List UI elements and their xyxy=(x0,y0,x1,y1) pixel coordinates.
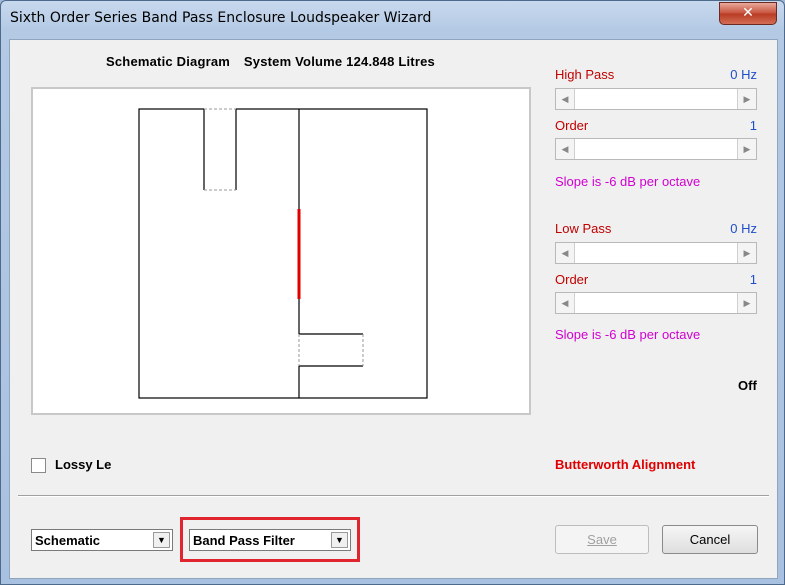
schematic-diagram xyxy=(31,87,531,415)
close-icon[interactable]: ✕ xyxy=(742,5,754,21)
lossy-le-checkbox[interactable] xyxy=(31,458,46,473)
filter-type-select[interactable]: Band Pass Filter ▼ xyxy=(189,529,351,551)
lossy-le-label[interactable]: Lossy Le xyxy=(55,457,111,472)
high-pass-order-value: 1 xyxy=(749,118,757,133)
dialog-client: Schematic Diagram System Volume 124.848 … xyxy=(9,39,778,579)
diagram-header: Schematic Diagram System Volume 124.848 … xyxy=(106,54,445,69)
high-pass-order-slider[interactable]: ◀ ▶ xyxy=(555,138,757,160)
high-pass-value: 0 Hz xyxy=(730,67,757,82)
right-arrow-icon[interactable]: ▶ xyxy=(737,89,756,109)
low-pass-value: 0 Hz xyxy=(730,221,757,236)
high-pass-order-label: Order xyxy=(555,118,589,133)
view-select[interactable]: Schematic ▼ xyxy=(31,529,173,551)
high-pass-label: High Pass xyxy=(555,67,615,82)
left-arrow-icon[interactable]: ◀ xyxy=(556,89,575,109)
close-button[interactable]: ✕ xyxy=(719,2,777,25)
high-pass-slider[interactable]: ◀ ▶ xyxy=(555,88,757,110)
separator xyxy=(18,495,769,497)
cancel-button[interactable]: Cancel xyxy=(662,525,758,554)
view-select-value: Schematic xyxy=(35,533,101,548)
left-arrow-icon[interactable]: ◀ xyxy=(556,293,575,313)
right-arrow-icon[interactable]: ▶ xyxy=(737,243,756,263)
low-pass-label: Low Pass xyxy=(555,221,612,236)
low-pass-order-label: Order xyxy=(555,272,589,287)
enclosure-outline xyxy=(138,108,428,399)
high-pass-slope: Slope is -6 dB per octave xyxy=(555,174,701,189)
filter-type-value: Band Pass Filter xyxy=(193,533,295,548)
schematic-label: Schematic Diagram xyxy=(106,54,231,69)
right-arrow-icon[interactable]: ▶ xyxy=(737,293,756,313)
alignment-label: Butterworth Alignment xyxy=(555,457,696,472)
low-pass-slider[interactable]: ◀ ▶ xyxy=(555,242,757,264)
enclosure-schematic xyxy=(138,108,428,399)
chevron-down-icon[interactable]: ▼ xyxy=(153,532,170,548)
low-pass-order-value: 1 xyxy=(749,272,757,287)
left-arrow-icon[interactable]: ◀ xyxy=(556,243,575,263)
low-pass-order-slider[interactable]: ◀ ▶ xyxy=(555,292,757,314)
window-title: Sixth Order Series Band Pass Enclosure L… xyxy=(10,10,432,26)
system-volume: System Volume 124.848 Litres xyxy=(243,54,435,69)
chevron-down-icon[interactable]: ▼ xyxy=(331,532,348,548)
status-off: Off xyxy=(738,378,757,393)
right-arrow-icon[interactable]: ▶ xyxy=(737,139,756,159)
save-button[interactable]: Save xyxy=(555,525,649,554)
left-arrow-icon[interactable]: ◀ xyxy=(556,139,575,159)
low-pass-slope: Slope is -6 dB per octave xyxy=(555,327,701,342)
save-button-label: Save xyxy=(587,532,617,547)
dialog-window: Sixth Order Series Band Pass Enclosure L… xyxy=(0,0,785,585)
